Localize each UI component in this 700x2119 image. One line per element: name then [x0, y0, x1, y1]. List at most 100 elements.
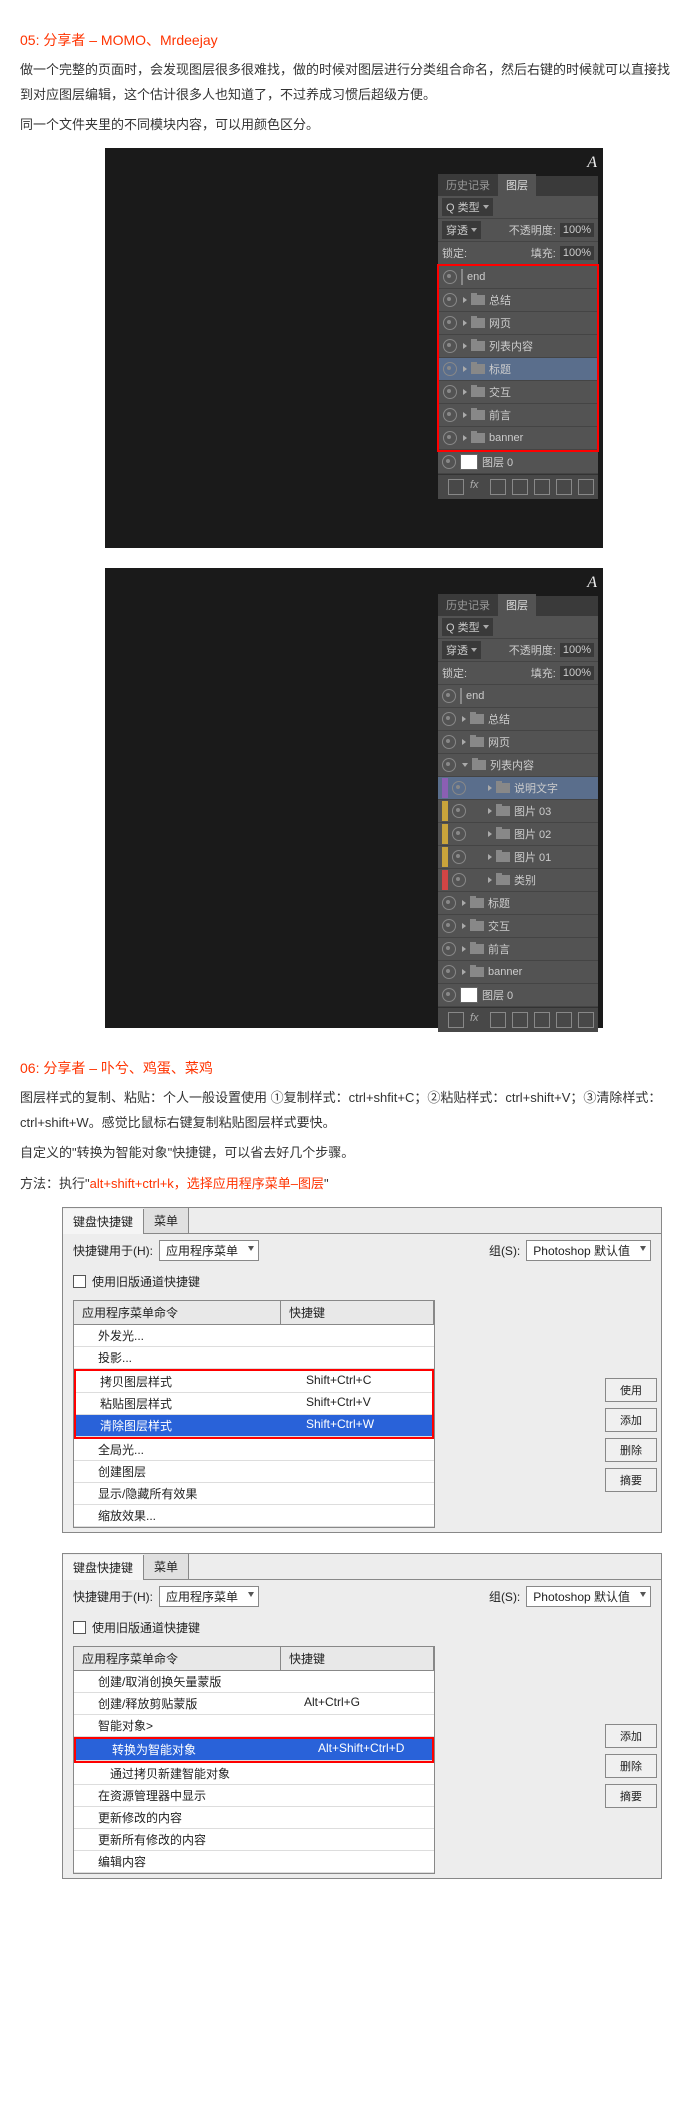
- table-row[interactable]: 粘贴图层样式Shift+Ctrl+V: [76, 1393, 432, 1415]
- eye-icon[interactable]: [442, 689, 456, 703]
- layer-row[interactable]: 列表内容: [438, 754, 598, 777]
- eye-icon[interactable]: [443, 293, 457, 307]
- btn-del[interactable]: 删除: [605, 1754, 657, 1778]
- opacity-value[interactable]: 100%: [560, 643, 594, 657]
- layer-row[interactable]: 类别: [438, 869, 598, 892]
- layer-row[interactable]: 列表内容: [439, 335, 597, 358]
- kind-dropdown[interactable]: Q 类型: [442, 198, 493, 216]
- layer-row[interactable]: 图片 02: [438, 823, 598, 846]
- eye-icon[interactable]: [443, 408, 457, 422]
- table-row[interactable]: 投影...: [74, 1347, 434, 1369]
- opacity-value[interactable]: 100%: [560, 223, 594, 237]
- layer-row[interactable]: 图片 03: [438, 800, 598, 823]
- eye-icon[interactable]: [442, 919, 456, 933]
- eye-icon[interactable]: [443, 431, 457, 445]
- layer-row[interactable]: 前言: [438, 938, 598, 961]
- blend-dropdown[interactable]: 穿透: [442, 641, 481, 659]
- table-row[interactable]: 缩放效果...: [74, 1505, 434, 1527]
- eye-icon[interactable]: [442, 455, 456, 469]
- shortcuts-for-select[interactable]: 应用程序菜单: [159, 1586, 259, 1607]
- layer-row[interactable]: banner: [439, 427, 597, 450]
- layer-row[interactable]: 图片 01: [438, 846, 598, 869]
- tab-menus[interactable]: 菜单: [144, 1554, 189, 1579]
- btn-add[interactable]: 添加: [605, 1408, 657, 1432]
- table-row[interactable]: 更新修改的内容: [74, 1807, 434, 1829]
- layer-row[interactable]: 交互: [438, 915, 598, 938]
- tab-layers[interactable]: 图层: [498, 174, 536, 196]
- link-icon[interactable]: [448, 479, 464, 495]
- btn-summary[interactable]: 摘要: [605, 1784, 657, 1808]
- table-row[interactable]: 更新所有修改的内容: [74, 1829, 434, 1851]
- table-row[interactable]: 外发光...: [74, 1325, 434, 1347]
- new-icon[interactable]: [556, 479, 572, 495]
- eye-icon[interactable]: [442, 896, 456, 910]
- tab-history[interactable]: 历史记录: [438, 174, 498, 196]
- shortcuts-for-select[interactable]: 应用程序菜单: [159, 1240, 259, 1261]
- layer-row[interactable]: 前言: [439, 404, 597, 427]
- eye-icon[interactable]: [443, 362, 457, 376]
- table-row[interactable]: 创建/释放剪贴蒙版Alt+Ctrl+G: [74, 1693, 434, 1715]
- table-row[interactable]: 创建/取消创换矢量蒙版: [74, 1671, 434, 1693]
- fx-icon[interactable]: fx: [470, 479, 484, 493]
- btn-summary[interactable]: 摘要: [605, 1468, 657, 1492]
- table-row[interactable]: 拷贝图层样式Shift+Ctrl+C: [76, 1371, 432, 1393]
- mask-icon[interactable]: [490, 479, 506, 495]
- eye-icon[interactable]: [442, 712, 456, 726]
- legacy-checkbox[interactable]: [73, 1275, 86, 1288]
- table-row[interactable]: 转换为智能对象Alt+Shift+Ctrl+D: [76, 1739, 432, 1761]
- kind-dropdown[interactable]: Q 类型: [442, 618, 493, 636]
- table-row[interactable]: 智能对象>: [74, 1715, 434, 1737]
- fill-value[interactable]: 100%: [560, 246, 594, 260]
- layer-row[interactable]: banner: [438, 961, 598, 984]
- table-row[interactable]: 创建图层: [74, 1461, 434, 1483]
- fill-value[interactable]: 100%: [560, 666, 594, 680]
- layer-row[interactable]: 网页: [438, 731, 598, 754]
- set-select[interactable]: Photoshop 默认值: [526, 1586, 651, 1607]
- layer-row[interactable]: 标题: [439, 358, 597, 381]
- layer-row[interactable]: 总结: [439, 289, 597, 312]
- layer-row[interactable]: 交互: [439, 381, 597, 404]
- btn-del[interactable]: 删除: [605, 1438, 657, 1462]
- folder-icon[interactable]: [534, 479, 550, 495]
- set-select[interactable]: Photoshop 默认值: [526, 1240, 651, 1261]
- btn-add[interactable]: 添加: [605, 1724, 657, 1748]
- eye-icon[interactable]: [452, 804, 466, 818]
- adj-icon[interactable]: [512, 479, 528, 495]
- eye-icon[interactable]: [443, 385, 457, 399]
- eye-icon[interactable]: [442, 735, 456, 749]
- tab-menus[interactable]: 菜单: [144, 1208, 189, 1233]
- tab-shortcuts[interactable]: 键盘快捷键: [63, 1209, 144, 1234]
- tab-shortcuts[interactable]: 键盘快捷键: [63, 1555, 144, 1580]
- layer-row[interactable]: 标题: [438, 892, 598, 915]
- eye-icon[interactable]: [443, 316, 457, 330]
- btn-use[interactable]: 使用: [605, 1378, 657, 1402]
- eye-icon[interactable]: [442, 942, 456, 956]
- tab-history[interactable]: 历史记录: [438, 594, 498, 616]
- layer-row[interactable]: 网页: [439, 312, 597, 335]
- table-row[interactable]: 显示/隐藏所有效果: [74, 1483, 434, 1505]
- table-row[interactable]: 全局光...: [74, 1439, 434, 1461]
- eye-icon[interactable]: [452, 873, 466, 887]
- layer-row[interactable]: 说明文字: [438, 777, 598, 800]
- table-row[interactable]: 在资源管理器中显示: [74, 1785, 434, 1807]
- eye-icon[interactable]: [443, 339, 457, 353]
- eye-icon[interactable]: [442, 965, 456, 979]
- layer-row[interactable]: 图层 0: [438, 451, 598, 474]
- layer-row[interactable]: 图层 0: [438, 984, 598, 1007]
- eye-icon[interactable]: [452, 781, 466, 795]
- table-row[interactable]: 通过拷贝新建智能对象: [74, 1763, 434, 1785]
- tab-layers[interactable]: 图层: [498, 594, 536, 616]
- trash-icon[interactable]: [578, 479, 594, 495]
- eye-icon[interactable]: [452, 827, 466, 841]
- blend-dropdown[interactable]: 穿透: [442, 221, 481, 239]
- layer-row[interactable]: end: [439, 266, 597, 289]
- eye-icon[interactable]: [443, 270, 457, 284]
- layer-row[interactable]: 总结: [438, 708, 598, 731]
- eye-icon[interactable]: [442, 988, 456, 1002]
- layer-row[interactable]: end: [438, 685, 598, 708]
- table-row[interactable]: 清除图层样式Shift+Ctrl+W: [76, 1415, 432, 1437]
- eye-icon[interactable]: [452, 850, 466, 864]
- legacy-checkbox[interactable]: [73, 1621, 86, 1634]
- table-row[interactable]: 编辑内容: [74, 1851, 434, 1873]
- eye-icon[interactable]: [442, 758, 456, 772]
